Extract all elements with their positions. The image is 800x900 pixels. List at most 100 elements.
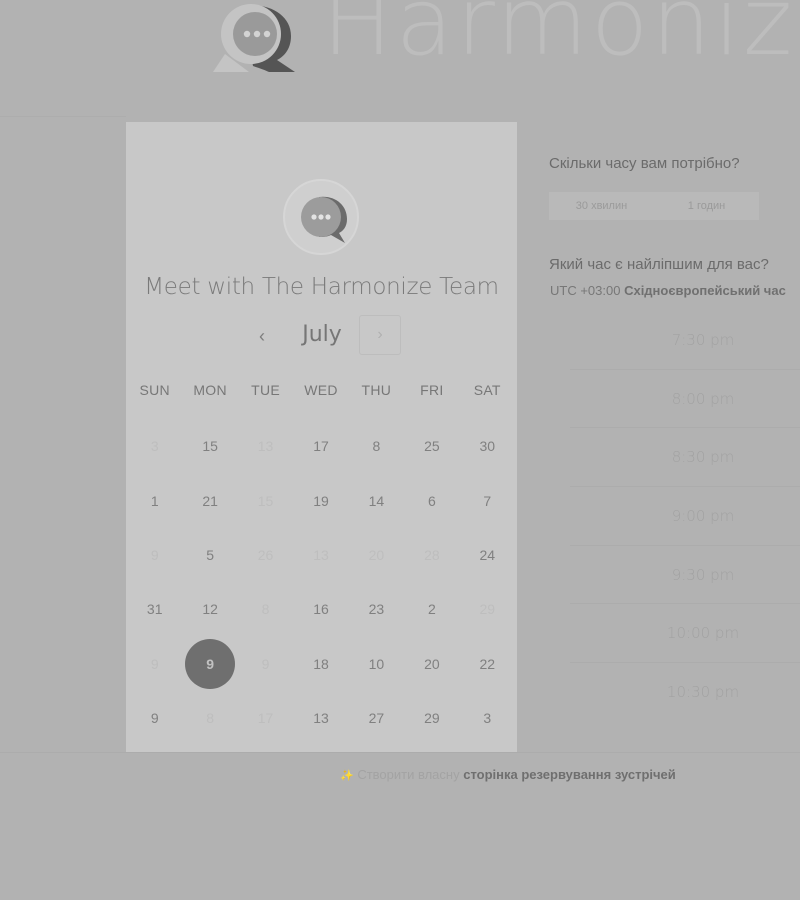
calendar-day[interactable]: 13 [293, 691, 348, 745]
host-title: Meet with The Harmonize Team [144, 274, 499, 300]
chevron-right-icon: › [377, 326, 383, 343]
calendar-day[interactable]: 17 [293, 419, 348, 473]
calendar-day[interactable]: 18 [293, 637, 348, 691]
weekday-label: FRI [420, 382, 444, 398]
day-number: 8 [372, 438, 381, 455]
calendar-day: 9 [127, 528, 182, 582]
duration-selector: 30 хвилин 1 годин [549, 192, 759, 220]
day-number: 13 [313, 710, 329, 727]
calendar-day[interactable]: 31 [127, 582, 182, 636]
timezone-name: Східноєвропейський час [624, 283, 786, 298]
day-number: 28 [424, 546, 440, 563]
calendar-day[interactable]: 16 [293, 582, 348, 636]
time-slot-label: 9:30 pm [671, 565, 735, 584]
day-number: 17 [313, 438, 329, 455]
day-number: 13 [313, 546, 329, 563]
calendar-day[interactable]: 5 [182, 528, 237, 582]
create-booking-page-link[interactable]: сторінка резервування зустрічей [463, 767, 676, 782]
calendar-day: 8 [238, 582, 293, 636]
day-number: 20 [424, 655, 440, 672]
day-number: 3 [483, 710, 492, 727]
calendar-day[interactable]: 20 [404, 637, 459, 691]
weekday-label: THU [361, 382, 392, 398]
time-question: Який час є найліпшим для вас? [549, 256, 769, 273]
weekday-label: SAT [473, 382, 501, 398]
day-number: 6 [427, 492, 436, 509]
day-number: 9 [150, 710, 159, 727]
calendar-day[interactable]: 7 [460, 473, 515, 527]
calendar-grid: 3 15 13 17 8 25 30 1 21 15 19 14 6 7 9 5 26 13 20 28 24 31 12 8… [127, 419, 515, 745]
day-number: 26 [257, 546, 274, 563]
sparkle-icon: ✨ [340, 770, 354, 782]
day-number: 20 [368, 546, 385, 563]
next-month-button[interactable]: › [359, 315, 401, 355]
calendar-day[interactable]: 14 [349, 473, 404, 527]
calendar-day[interactable]: 25 [404, 419, 459, 473]
calendar-day[interactable]: 27 [349, 691, 404, 745]
day-number: 9 [206, 655, 215, 672]
time-slot[interactable]: 8:00 pm [570, 370, 800, 429]
divider [0, 116, 126, 117]
day-number: 29 [424, 710, 440, 727]
time-slot[interactable]: 7:30 pm [570, 311, 800, 370]
calendar-day[interactable]: 23 [349, 582, 404, 636]
calendar-day: 13 [238, 419, 293, 473]
duration-option[interactable]: 30 хвилин [549, 192, 654, 220]
month-label: July [302, 322, 342, 347]
day-number: 12 [202, 601, 218, 618]
calendar-day: 26 [238, 528, 293, 582]
day-number: 15 [257, 492, 274, 509]
time-slot[interactable]: 9:00 pm [570, 487, 800, 546]
day-number: 13 [257, 438, 274, 455]
time-slot[interactable]: 8:30 pm [570, 428, 800, 488]
calendar-day[interactable]: 22 [460, 637, 515, 691]
day-number: 25 [424, 438, 440, 455]
calendar-day[interactable]: 8 [349, 419, 404, 473]
calendar-day[interactable]: 24 [460, 528, 515, 582]
day-number: 19 [313, 492, 329, 509]
time-slot[interactable]: 10:00 pm [570, 604, 800, 664]
calendar-day: 15 [238, 473, 293, 527]
calendar-day[interactable]: 19 [293, 473, 348, 527]
calendar-day: 9 [238, 637, 293, 691]
day-number: 16 [313, 601, 329, 618]
calendar-day[interactable]: 30 [460, 419, 515, 473]
calendar-day[interactable]: 12 [182, 582, 237, 636]
day-number: 31 [146, 601, 163, 618]
day-number: 17 [257, 710, 274, 727]
calendar-day[interactable]: 9 [127, 691, 182, 745]
timezone-label: UTC +03:00 Східноєвропейський час [550, 283, 786, 298]
time-slot[interactable]: 10:30 pm [570, 663, 800, 722]
day-number: 9 [150, 546, 159, 563]
brand-name: Harmonize [322, 0, 800, 77]
chat-bubble-icon [301, 196, 347, 243]
prev-month-button[interactable]: ‹ [250, 324, 274, 348]
time-slot[interactable]: 9:30 pm [570, 546, 800, 605]
calendar-day-selected[interactable]: 9 [182, 637, 237, 691]
calendar-day[interactable]: 29 [404, 691, 459, 745]
time-slot-label: 9:00 pm [671, 506, 735, 525]
day-number: 8 [261, 601, 270, 618]
day-number: 9 [150, 655, 159, 672]
time-slot-label: 10:00 pm [666, 624, 740, 643]
calendar-day[interactable]: 1 [127, 473, 182, 527]
calendar-day[interactable]: 15 [182, 419, 237, 473]
calendar-day: 13 [293, 528, 348, 582]
calendar-day[interactable]: 21 [182, 473, 237, 527]
day-number: 21 [202, 492, 218, 509]
duration-option[interactable]: 1 годин [654, 192, 759, 220]
calendar-day[interactable]: 2 [404, 582, 459, 636]
calendar-day[interactable]: 6 [404, 473, 459, 527]
weekday-label: TUE [251, 382, 280, 398]
time-slot-list: 7:30 pm 8:00 pm 8:30 pm 9:00 pm 9:30 pm 10:00… [570, 311, 800, 722]
calendar-day: 3 [127, 419, 182, 473]
day-number: 22 [479, 655, 496, 672]
timezone-offset: UTC +03:00 [550, 283, 621, 298]
calendar-day[interactable]: 10 [349, 637, 404, 691]
calendar-day[interactable]: 3 [460, 691, 515, 745]
day-number: 3 [150, 438, 159, 455]
chevron-left-icon: ‹ [259, 326, 265, 346]
footer: ✨ Створити власну сторінка резервування … [340, 767, 676, 782]
footer-prefix: Створити власну [357, 767, 460, 782]
calendar-day: 9 [127, 637, 182, 691]
